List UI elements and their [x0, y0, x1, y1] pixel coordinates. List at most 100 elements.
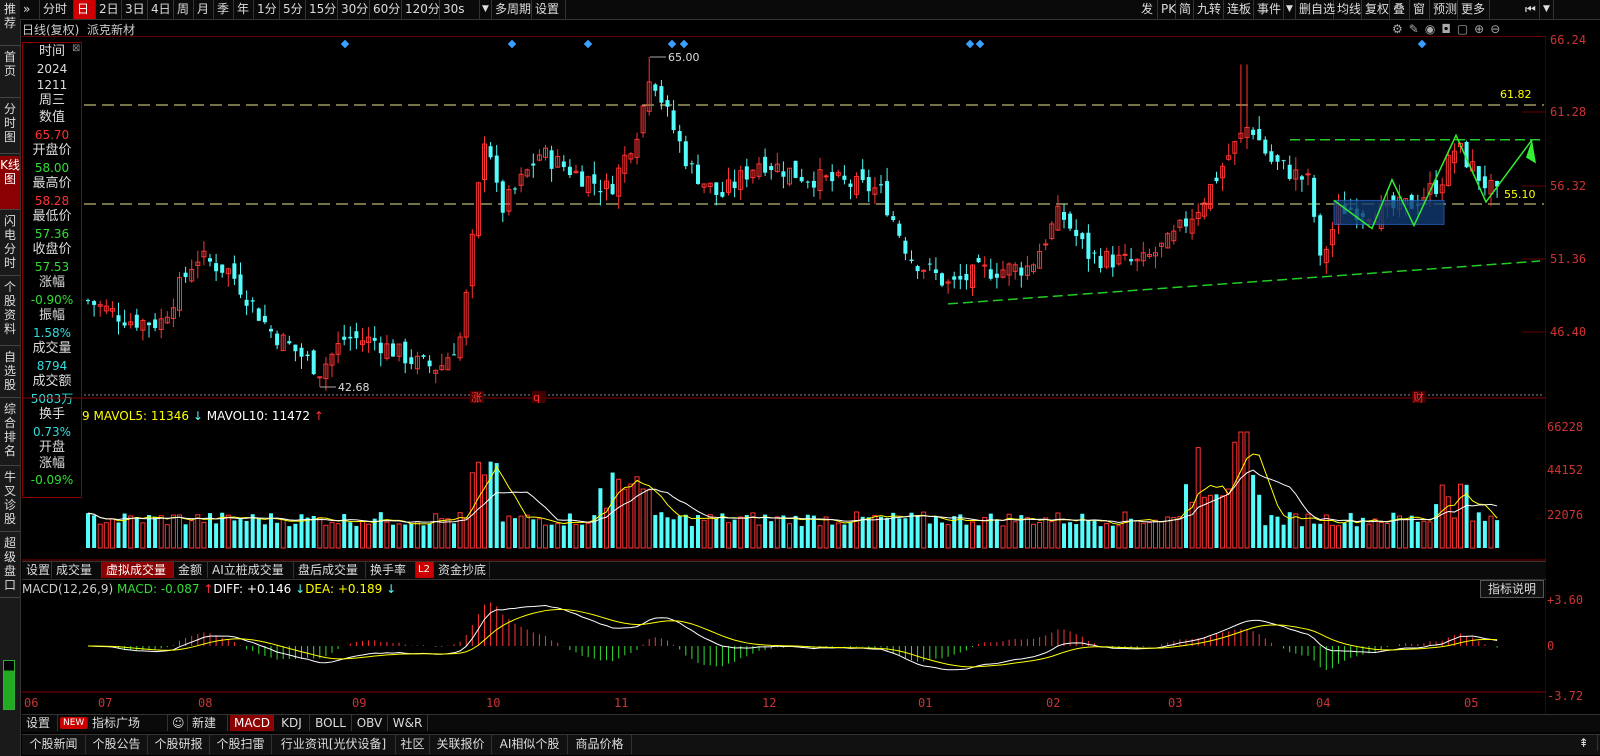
- tool-button[interactable]: 叠: [1390, 0, 1410, 19]
- indicator-settings-button[interactable]: 设置: [22, 715, 58, 731]
- tool-button[interactable]: 预测: [1430, 0, 1458, 19]
- news-tab[interactable]: AI相似个股: [492, 735, 568, 754]
- news-tab[interactable]: 个股公告: [86, 735, 148, 754]
- period-tab[interactable]: 年: [234, 0, 254, 19]
- volume-bar-down: [372, 518, 377, 548]
- tool-button[interactable]: PK: [1158, 0, 1176, 19]
- camera-icon[interactable]: ◘: [1441, 22, 1457, 36]
- tool-button[interactable]: 更多: [1458, 0, 1490, 19]
- volume-tab[interactable]: L2: [416, 562, 434, 578]
- news-tab[interactable]: 行业资讯[光伏设备]: [272, 735, 396, 754]
- period-tab[interactable]: 日: [74, 0, 96, 19]
- zoom-in-icon[interactable]: ⊕: [1474, 22, 1490, 36]
- volume-tab[interactable]: 资金抄底: [434, 562, 490, 578]
- news-tab[interactable]: 个股扫雷: [210, 735, 272, 754]
- volume-bar-up: [1043, 517, 1049, 549]
- left-nav-item[interactable]: 分时图: [0, 100, 20, 154]
- tool-button[interactable]: 简: [1176, 0, 1194, 19]
- zoom-out-icon[interactable]: ⊖: [1490, 22, 1506, 36]
- volume-tab[interactable]: 盘后成交量: [294, 562, 366, 578]
- period-tab[interactable]: 5分: [280, 0, 306, 19]
- chevron-down-icon[interactable]: ▼: [1284, 0, 1296, 19]
- macd-axis-label: -3.72: [1547, 689, 1584, 703]
- month-label: 03: [1168, 696, 1183, 710]
- left-nav-item[interactable]: 首页: [0, 48, 20, 98]
- volume-bar-up: [1012, 521, 1018, 549]
- tool-button[interactable]: 窗: [1410, 0, 1430, 19]
- chevron-down-icon[interactable]: ▼: [480, 0, 492, 19]
- eye-icon[interactable]: ◉: [1425, 22, 1441, 36]
- left-nav-item[interactable]: 个股资料: [0, 278, 20, 346]
- volume-tab[interactable]: 换手率: [366, 562, 416, 578]
- period-tab[interactable]: 4日: [148, 0, 174, 19]
- left-nav-item[interactable]: 推荐: [0, 0, 20, 46]
- news-tab[interactable]: 个股研报: [148, 735, 210, 754]
- indicator-tab[interactable]: W&R: [388, 715, 428, 731]
- period-tab[interactable]: 3日: [122, 0, 148, 19]
- period-tab[interactable]: 季: [214, 0, 234, 19]
- left-nav-item[interactable]: 牛叉诊股: [0, 468, 20, 532]
- volume-bar-up: [1177, 516, 1183, 549]
- draw-icon[interactable]: ✎: [1409, 22, 1425, 36]
- indicator-tab[interactable]: KDJ: [274, 715, 310, 731]
- indicator-tab[interactable]: BOLL: [310, 715, 352, 731]
- indicator-tab[interactable]: MACD: [230, 715, 274, 731]
- left-nav-item[interactable]: 超级盘口: [0, 534, 20, 598]
- left-nav-item[interactable]: 综合排名: [0, 400, 20, 466]
- volume-bar-down: [287, 526, 292, 548]
- lock-icon[interactable]: ▢: [1457, 22, 1474, 36]
- volume-bar-down: [427, 523, 432, 548]
- chevron-down-icon[interactable]: ▼: [1540, 0, 1554, 19]
- left-nav-item[interactable]: 自选股: [0, 348, 20, 398]
- period-tab[interactable]: 1分: [254, 0, 280, 19]
- tool-button[interactable]: 事件: [1254, 0, 1284, 19]
- period-tab[interactable]: 30分: [338, 0, 370, 19]
- volume-tab[interactable]: AI立桩成交量: [208, 562, 294, 578]
- volume-tab[interactable]: 成交量: [52, 562, 102, 578]
- tool-button[interactable]: 复权: [1362, 0, 1390, 19]
- period-tab[interactable]: 分时: [40, 0, 74, 19]
- period-tab[interactable]: 多周期: [492, 0, 532, 19]
- period-tab[interactable]: 15分: [306, 0, 338, 19]
- tool-button[interactable]: 发: [1138, 0, 1158, 19]
- indicator-tab[interactable]: OBV: [352, 715, 388, 731]
- period-tab[interactable]: 120分: [402, 0, 440, 19]
- candle-body-down: [744, 166, 749, 180]
- volume-bar-down: [1074, 524, 1079, 548]
- volume-tab[interactable]: 金额: [174, 562, 208, 578]
- period-tab[interactable]: 设置: [532, 0, 566, 19]
- news-tab[interactable]: 关联报价: [430, 735, 492, 754]
- volume-tab[interactable]: 虚拟成交量: [102, 562, 174, 578]
- volume-bar-up: [1055, 512, 1061, 549]
- fib-mid-label: 55.10: [1504, 188, 1536, 201]
- indicator-plaza-button[interactable]: 指标广场: [88, 715, 168, 731]
- period-tab[interactable]: 2日: [96, 0, 122, 19]
- volume-tab[interactable]: 设置: [22, 562, 52, 578]
- volume-bar-up: [475, 461, 481, 549]
- period-tab[interactable]: 30s: [440, 0, 480, 19]
- month-label: 02: [1046, 696, 1061, 710]
- period-tab[interactable]: 月: [194, 0, 214, 19]
- tool-button[interactable]: 均线: [1334, 0, 1362, 19]
- volume-bar-down: [1415, 521, 1420, 548]
- news-tab[interactable]: 个股新闻: [22, 735, 86, 754]
- left-nav-item[interactable]: 闪电分时: [0, 212, 20, 276]
- period-tab[interactable]: 60分: [370, 0, 402, 19]
- settings-icon[interactable]: ⚙: [1392, 22, 1409, 36]
- volume-bar-down: [1275, 516, 1280, 548]
- period-tab[interactable]: 周: [174, 0, 194, 19]
- left-nav-item[interactable]: K线图: [0, 156, 20, 210]
- news-tab[interactable]: 社区: [396, 735, 430, 754]
- candle-body-down: [885, 181, 890, 216]
- collapse-icon[interactable]: ⇞: [1570, 735, 1598, 751]
- volume-legend: 9 MAVOL5: 11346 ↓ MAVOL10: 11472 ↑: [82, 409, 324, 423]
- first-page-icon[interactable]: ⏮: [1522, 0, 1540, 19]
- toggle-panel-icon[interactable]: »: [20, 0, 40, 19]
- create-indicator-button[interactable]: 新建: [188, 715, 228, 731]
- indicator-help-button[interactable]: 指标说明: [1480, 580, 1544, 598]
- tool-button[interactable]: 删自选: [1296, 0, 1335, 19]
- tool-button[interactable]: 九转: [1194, 0, 1224, 19]
- news-tab[interactable]: 商品价格: [568, 735, 632, 754]
- volume-bar-down: [421, 525, 426, 548]
- tool-button[interactable]: 连板: [1224, 0, 1254, 19]
